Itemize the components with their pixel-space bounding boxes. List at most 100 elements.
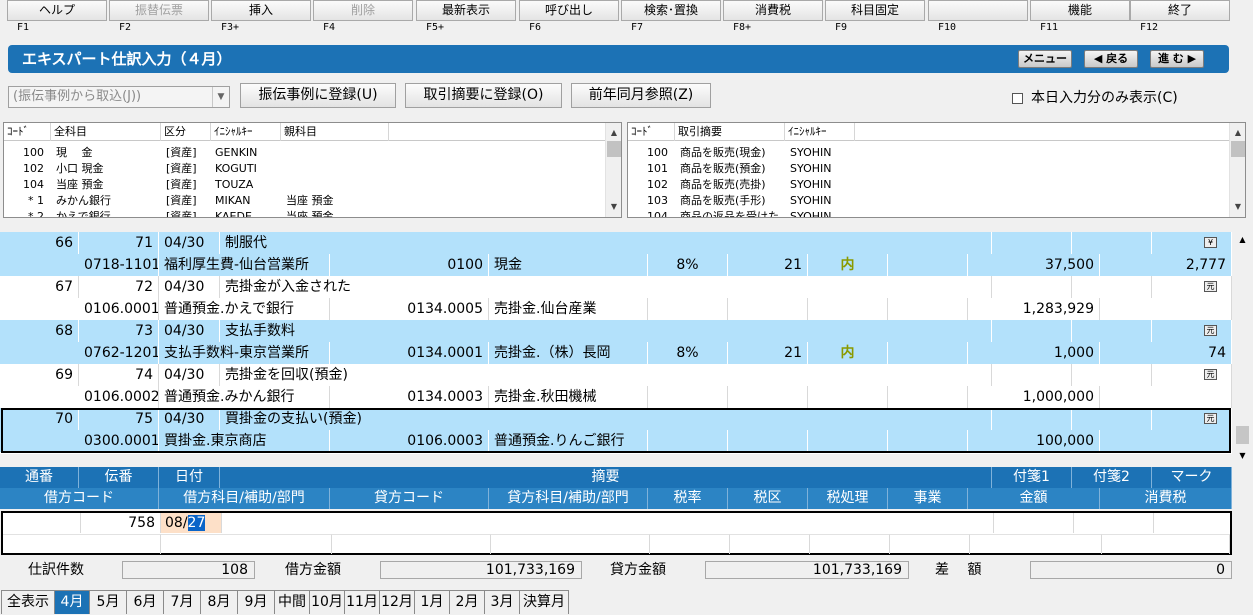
list-item[interactable]: 102 小口 現金 [資産] KOGUTI xyxy=(4,161,604,177)
tab-7[interactable]: 中間 xyxy=(274,590,310,614)
cell-seq[interactable]: 67 xyxy=(0,276,79,298)
cell-debit-code[interactable]: 0106.0002 xyxy=(0,386,159,408)
credit-name-input[interactable] xyxy=(491,534,650,554)
cell-date[interactable]: 04/30 xyxy=(159,276,220,298)
cell-slip[interactable]: 74 xyxy=(79,364,159,386)
cell-business[interactable] xyxy=(888,430,968,452)
cell-tax-proc[interactable]: 内 xyxy=(808,254,888,276)
cell-summary[interactable]: 制服代 xyxy=(220,232,992,254)
cell-slip[interactable]: 71 xyxy=(79,232,159,254)
table-row[interactable]: 0762-1201 支払手数料-東京営業所 0134.0001 売掛金.（株）長岡 8%… xyxy=(0,342,1232,364)
slip-input[interactable]: 758 xyxy=(81,513,161,533)
cell-credit-name[interactable]: 売掛金.秋田機械 xyxy=(489,386,648,408)
cell-credit-name[interactable]: 売掛金.（株）長岡 xyxy=(489,342,648,364)
cell-seq[interactable]: 69 xyxy=(0,364,79,386)
scroll-up-icon[interactable]: ▲ xyxy=(1234,232,1251,248)
cell-amount[interactable]: 100,000 xyxy=(968,430,1100,452)
cell-debit-name[interactable]: 普通預金.みかん銀行 xyxy=(159,386,330,408)
cell-tag[interactable] xyxy=(1072,232,1152,254)
cell-debit-code[interactable]: 0106.0001 xyxy=(0,298,159,320)
list-item[interactable]: 103 商品を販売(手形) SYOHIN xyxy=(628,193,1228,209)
list-item[interactable]: 102 商品を販売(売掛) SYOHIN xyxy=(628,177,1228,193)
cell-tax[interactable] xyxy=(1100,430,1232,452)
cell-business[interactable] xyxy=(888,298,968,320)
list-item[interactable]: * 2 かえで銀行 [資産] KAEDE 当座 預金 xyxy=(4,209,604,217)
cell-summary[interactable]: 買掛金の支払い(預金) xyxy=(220,408,992,430)
tab-5[interactable]: 8月 xyxy=(200,590,238,614)
cell-debit-name[interactable]: 普通預金.かえで銀行 xyxy=(159,298,330,320)
account-list-scrollbar[interactable]: ▲ ▼ xyxy=(605,123,621,217)
cell-tag[interactable] xyxy=(1072,276,1152,298)
cell-credit-code[interactable]: 0134.0003 xyxy=(330,386,489,408)
cell-tag[interactable] xyxy=(992,320,1072,342)
fkey-button[interactable]: 消費税 xyxy=(723,0,823,21)
register-example-button[interactable]: 振伝事例に登録(U) xyxy=(240,83,396,108)
fkey-button[interactable]: 科目固定 xyxy=(825,0,925,21)
cell-rate[interactable]: 8% xyxy=(648,342,728,364)
table-row[interactable]: 0718-1101 福利厚生費-仙台営業所 0100 現金 8% 21 内 37,500 2,7… xyxy=(0,254,1232,276)
tax-kind-input[interactable] xyxy=(730,534,810,554)
cell-summary[interactable]: 支払手数料 xyxy=(220,320,992,342)
list-item[interactable]: 104 商品の返品を受けた SYOHIN xyxy=(628,209,1228,217)
cell-amount[interactable]: 37,500 xyxy=(968,254,1100,276)
tab-2[interactable]: 5月 xyxy=(89,590,127,614)
amount-input[interactable] xyxy=(970,534,1102,554)
tab-10[interactable]: 12月 xyxy=(379,590,415,614)
scroll-down-icon[interactable]: ▼ xyxy=(606,199,621,215)
list-item[interactable]: 100 現 金 [資産] GENKIN xyxy=(4,145,604,161)
cell-business[interactable] xyxy=(888,342,968,364)
scroll-thumb[interactable] xyxy=(1236,426,1249,444)
cell-credit-name[interactable]: 売掛金.仙台産業 xyxy=(489,298,648,320)
summary-list-scrollbar[interactable]: ▲ ▼ xyxy=(1229,123,1245,217)
cell-rate[interactable]: 8% xyxy=(648,254,728,276)
col-initial[interactable]: ｲﾆｼｬﾙｷｰ xyxy=(785,123,855,141)
tab-14[interactable]: 決算月 xyxy=(519,590,569,614)
cell-mark[interactable] xyxy=(1152,364,1232,386)
cell-mark[interactable] xyxy=(1152,276,1232,298)
summary-input[interactable] xyxy=(222,513,994,533)
col-parent[interactable]: 親科目 xyxy=(281,123,389,141)
cell-rate[interactable] xyxy=(648,386,728,408)
entry-input-area[interactable]: 758 08/27 xyxy=(1,511,1232,555)
cell-tax-kind[interactable]: 21 xyxy=(728,342,808,364)
cell-credit-code[interactable]: 0134.0005 xyxy=(330,298,489,320)
cell-tax-kind[interactable] xyxy=(728,298,808,320)
business-input[interactable] xyxy=(890,534,970,554)
cell-tag[interactable] xyxy=(1072,320,1152,342)
cell-date[interactable]: 04/30 xyxy=(159,232,220,254)
tab-8[interactable]: 10月 xyxy=(309,590,345,614)
menu-button[interactable]: メニュー xyxy=(1018,50,1072,68)
scroll-down-icon[interactable]: ▼ xyxy=(1230,199,1245,215)
cell-amount[interactable]: 1,000,000 xyxy=(968,386,1100,408)
cell-tax[interactable]: 2,777 xyxy=(1100,254,1232,276)
account-list[interactable]: ｺｰﾄﾞ 全科目 区分 ｲﾆｼｬﾙｷｰ 親科目 100 現 金 [資産] GENKIN… xyxy=(3,122,622,218)
cell-tax[interactable] xyxy=(1100,298,1232,320)
tab-4[interactable]: 7月 xyxy=(163,590,201,614)
cell-seq[interactable]: 66 xyxy=(0,232,79,254)
cell-tax-kind[interactable]: 21 xyxy=(728,254,808,276)
cell-tax-proc[interactable]: 内 xyxy=(808,342,888,364)
scroll-up-icon[interactable]: ▲ xyxy=(1230,125,1245,141)
fkey-button[interactable] xyxy=(928,0,1028,21)
cell-date[interactable]: 04/30 xyxy=(159,364,220,386)
list-item[interactable]: 104 当座 預金 [資産] TOUZA xyxy=(4,177,604,193)
tab-13[interactable]: 3月 xyxy=(484,590,520,614)
tag2-input[interactable] xyxy=(1074,513,1154,533)
example-import-combo[interactable]: (振伝事例から取込(J)) ▼ xyxy=(8,86,230,108)
cell-debit-code[interactable]: 0300.0001 xyxy=(0,430,159,452)
fkey-button[interactable]: 最新表示 xyxy=(416,0,516,21)
col-initial[interactable]: ｲﾆｼｬﾙｷｰ xyxy=(211,123,281,141)
cell-seq[interactable]: 70 xyxy=(0,408,79,430)
cell-seq[interactable]: 68 xyxy=(0,320,79,342)
fkey-button[interactable]: 検索･置換 xyxy=(621,0,721,21)
cell-tag[interactable] xyxy=(992,232,1072,254)
cell-tax-proc[interactable] xyxy=(808,298,888,320)
tab-1[interactable]: 4月 xyxy=(54,590,90,614)
cell-debit-name[interactable]: 買掛金.東京商店 xyxy=(159,430,330,452)
scroll-down-icon[interactable]: ▼ xyxy=(1234,448,1251,464)
cell-mark[interactable] xyxy=(1152,232,1232,254)
cell-slip[interactable]: 72 xyxy=(79,276,159,298)
cell-tax[interactable] xyxy=(1100,386,1232,408)
rate-input[interactable] xyxy=(650,534,730,554)
col-kind[interactable]: 区分 xyxy=(161,123,211,141)
